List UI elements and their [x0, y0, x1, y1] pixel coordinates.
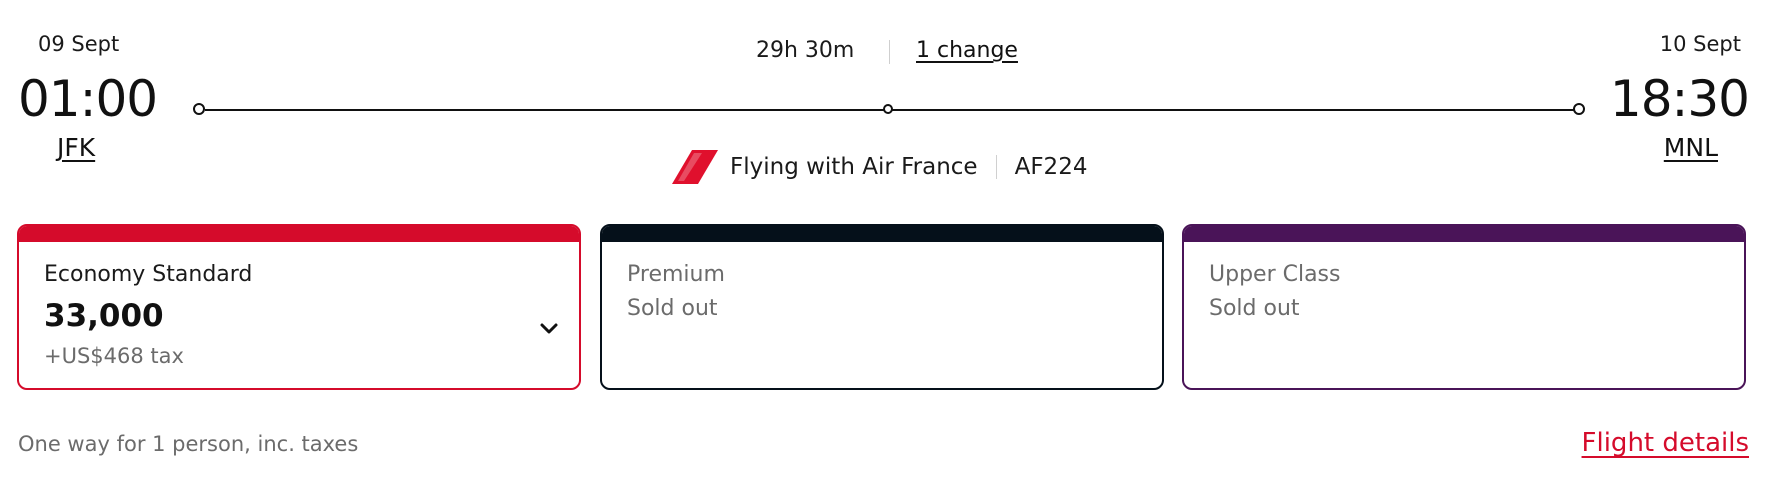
duration-separator — [889, 40, 890, 64]
fare-card-premium[interactable]: Premium Sold out — [600, 224, 1164, 390]
fare-card-premium-bar — [602, 226, 1162, 242]
arrival-airport-link[interactable]: MNL — [1664, 133, 1718, 162]
destination-node — [1573, 103, 1585, 115]
fare-card-upper-class[interactable]: Upper Class Sold out — [1182, 224, 1746, 390]
fare-card-upper-class-bar — [1184, 226, 1744, 242]
operator-row: Flying with Air France AF224 — [672, 150, 1087, 184]
fare-card-economy[interactable]: Economy Standard 33,000 +US$468 tax — [17, 224, 581, 390]
fare-tax: +US$468 tax — [44, 344, 184, 368]
fare-price: 33,000 — [44, 298, 164, 334]
flight-number: AF224 — [1014, 154, 1088, 180]
chevron-down-icon[interactable] — [539, 322, 559, 336]
flight-duration: 29h 30m — [756, 38, 855, 63]
fare-card-economy-bar — [19, 226, 579, 242]
stop-node — [883, 104, 893, 114]
fare-status: Sold out — [627, 296, 718, 321]
air-france-logo — [672, 150, 718, 184]
fare-cabin-name: Premium — [627, 262, 725, 287]
origin-node — [193, 103, 205, 115]
arrival-date: 10 Sept — [1659, 32, 1741, 56]
departure-date: 09 Sept — [38, 32, 120, 56]
arrival-time: 18:30 — [1609, 70, 1750, 128]
flight-details-link[interactable]: Flight details — [1582, 428, 1749, 458]
operator-name: Flying with Air France — [730, 154, 978, 180]
fare-cabin-name: Upper Class — [1209, 262, 1341, 287]
departure-time: 01:00 — [18, 70, 158, 128]
departure-airport-link[interactable]: JFK — [57, 133, 95, 162]
fare-status: Sold out — [1209, 296, 1300, 321]
fare-cabin-name: Economy Standard — [44, 262, 253, 287]
operator-separator — [995, 155, 997, 179]
fare-footnote: One way for 1 person, inc. taxes — [18, 432, 359, 456]
changes-link[interactable]: 1 change — [916, 38, 1018, 63]
